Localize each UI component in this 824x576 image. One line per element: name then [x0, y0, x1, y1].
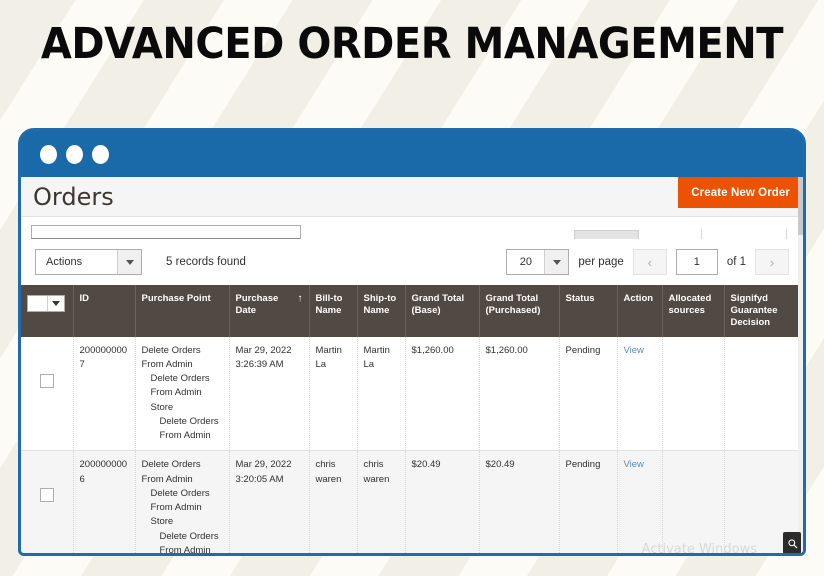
column-header-action[interactable]: Action	[617, 285, 663, 337]
toolbar-divider-1	[701, 229, 702, 239]
cell-status: Pending	[559, 336, 618, 452]
cell-bill-to-name: Martin La	[309, 336, 358, 452]
cell-grand-total-base: $20.49	[405, 450, 480, 553]
purchase-date-date: Mar 29, 2022	[235, 459, 292, 471]
window-titlebar	[21, 131, 803, 177]
vertical-scrollbar-thumb[interactable]	[798, 177, 803, 235]
cell-ship-to-name: chris waren	[357, 450, 406, 553]
purchase-point-line-3: Delete Orders From Admin	[159, 415, 219, 442]
search-input[interactable]	[31, 225, 301, 239]
cell-action[interactable]: View	[617, 450, 663, 553]
browser-window-mock: Orders Create New Order Actions 5 record…	[18, 128, 806, 556]
column-header-bill-to-name[interactable]: Bill-to Name	[309, 285, 358, 337]
purchase-date-time: 3:26:39 AM	[235, 358, 284, 370]
row-checkbox[interactable]	[39, 373, 54, 388]
purchase-date-time: 3:20:05 AM	[235, 473, 284, 485]
window-dot-minimize-icon[interactable]	[66, 144, 83, 164]
banner: ADVANCED ORDER MANAGEMENT	[0, 19, 824, 69]
filters-button[interactable]	[574, 230, 639, 239]
page-size-select[interactable]: 20	[506, 249, 570, 275]
column-header-purchase-date[interactable]: ↑ Purchase Date	[229, 285, 310, 337]
chevron-down-icon[interactable]	[47, 296, 64, 311]
column-header-allocated-sources[interactable]: Allocated sources	[662, 285, 725, 337]
page-size-value: 20	[519, 256, 533, 268]
create-new-order-button[interactable]: Create New Order	[678, 177, 803, 208]
cell-allocated-sources	[662, 336, 725, 452]
cell-purchase-date: Mar 29, 2022 3:20:05 AM	[229, 450, 310, 553]
purchase-date-date: Mar 29, 2022	[235, 344, 292, 356]
cell-grand-total-purchased: $20.49	[479, 450, 560, 553]
actions-select-label: Actions	[46, 256, 83, 268]
cell-purchase-point: Delete Orders From Admin Delete Orders F…	[135, 336, 230, 452]
admin-viewport: Orders Create New Order Actions 5 record…	[21, 177, 803, 555]
cell-id: 2000000007	[73, 336, 136, 452]
vertical-scrollbar[interactable]	[798, 177, 803, 553]
cell-status: Pending	[559, 450, 618, 553]
search-icon[interactable]	[783, 532, 801, 553]
purchase-point-line-1: Delete Orders From Admin	[141, 344, 201, 370]
column-header-id[interactable]: ID	[73, 285, 136, 337]
view-order-link[interactable]: View	[624, 459, 644, 470]
chevron-down-icon[interactable]	[544, 250, 569, 274]
view-order-link[interactable]: View	[624, 345, 644, 356]
pagination-controls: 20 per page ‹ 1 of 1 ›	[506, 249, 789, 275]
column-header-status[interactable]: Status	[559, 285, 618, 337]
cell-purchase-point: Delete Orders From Admin Delete Orders F…	[135, 450, 230, 555]
column-header-signifyd[interactable]: Signifyd Guarantee Decision	[724, 285, 803, 337]
row-checkbox-cell[interactable]	[21, 336, 74, 452]
column-header-ship-to-name[interactable]: Ship-to Name	[357, 285, 406, 337]
next-page-button[interactable]: ›	[755, 249, 789, 275]
sort-ascending-icon: ↑	[297, 293, 303, 304]
purchase-point-line-2: Delete Orders From Admin Store	[150, 373, 210, 413]
purchase-point-line-3: Delete Orders From Admin	[159, 530, 219, 555]
records-found-text: 5 records found	[166, 256, 246, 268]
page-title: Orders	[33, 182, 114, 211]
purchase-point-line-1: Delete Orders From Admin	[141, 459, 201, 485]
page-title-banner: ADVANCED ORDER MANAGEMENT	[40, 19, 784, 69]
cell-grand-total-purchased: $1,260.00	[479, 336, 560, 452]
purchase-point-line-2: Delete Orders From Admin Store	[150, 487, 210, 528]
orders-grid: ID Purchase Point ↑ Purchase Date Bill-t…	[21, 285, 803, 555]
total-pages-label: of 1	[726, 256, 746, 268]
column-header-grand-total-base[interactable]: Grand Total (Base)	[405, 285, 480, 337]
cell-ship-to-name: Martin La	[357, 336, 406, 452]
search-filter-strip	[21, 217, 803, 239]
actions-select[interactable]: Actions	[35, 249, 142, 275]
cell-signifyd	[724, 336, 803, 452]
select-all-dropdown[interactable]	[27, 295, 65, 312]
column-header-grand-total-purchased[interactable]: Grand Total (Purchased)	[479, 285, 560, 337]
orders-grid-scroll: ID Purchase Point ↑ Purchase Date Bill-t…	[21, 285, 803, 555]
column-header-select-all[interactable]	[21, 285, 74, 337]
window-dot-maximize-icon[interactable]	[92, 144, 109, 164]
select-all-checkbox[interactable]	[28, 296, 47, 311]
per-page-label: per page	[578, 256, 624, 268]
column-header-purchase-date-label: Purchase Date	[235, 293, 279, 316]
toolbar-divider-2	[786, 229, 787, 239]
row-checkbox[interactable]	[39, 488, 54, 503]
previous-page-button[interactable]: ‹	[632, 249, 667, 275]
row-checkbox-cell[interactable]	[21, 450, 74, 553]
grid-toolbar: Actions 5 records found 20 per page ‹ 1 …	[21, 239, 803, 285]
cell-action[interactable]: View	[617, 336, 663, 452]
table-row[interactable]: 2000000007 Delete Orders From Admin Dele…	[21, 336, 803, 452]
table-row[interactable]: 2000000006 Delete Orders From Admin Dele…	[21, 450, 803, 555]
admin-page-header: Orders Create New Order	[21, 177, 803, 217]
cell-id: 2000000006	[73, 450, 136, 553]
chevron-down-icon[interactable]	[117, 250, 141, 274]
window-dot-close-icon[interactable]	[40, 144, 57, 164]
page-number-input[interactable]: 1	[675, 249, 718, 275]
cell-grand-total-base: $1,260.00	[405, 336, 480, 452]
grid-header-row: ID Purchase Point ↑ Purchase Date Bill-t…	[21, 285, 803, 337]
cell-purchase-date: Mar 29, 2022 3:26:39 AM	[229, 336, 310, 452]
cell-allocated-sources	[662, 450, 725, 553]
column-header-purchase-point[interactable]: Purchase Point	[135, 285, 230, 337]
cell-bill-to-name: chris waren	[309, 450, 358, 553]
